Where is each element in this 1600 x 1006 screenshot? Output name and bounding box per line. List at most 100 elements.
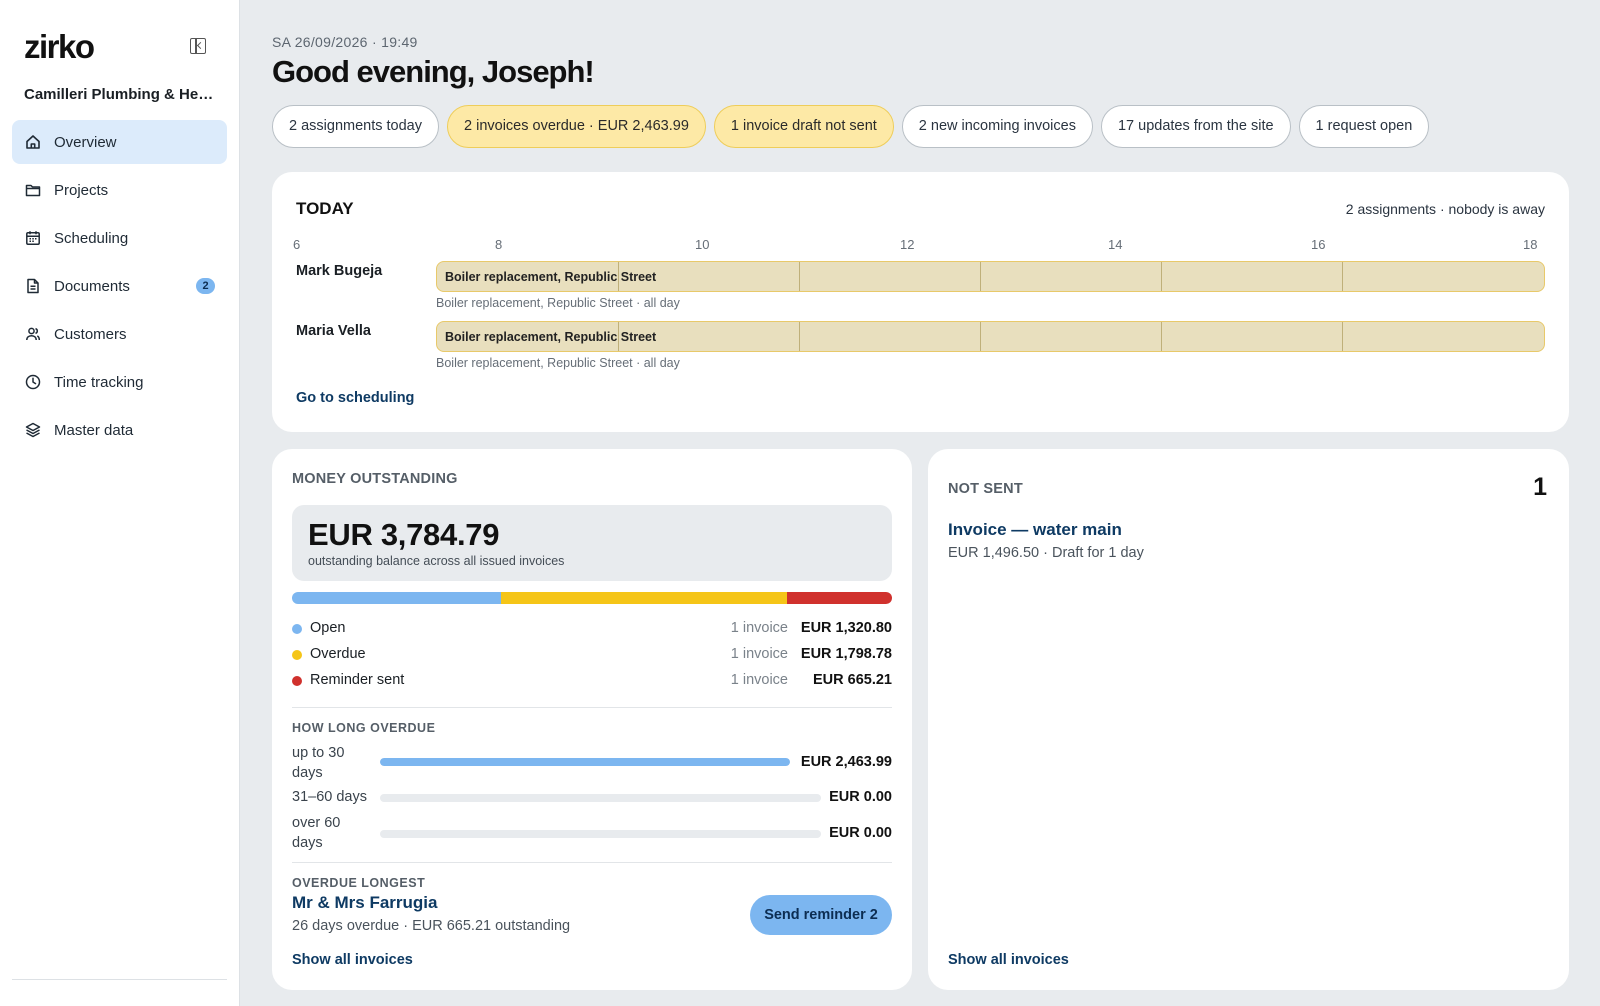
assignment-subtitle: Boiler replacement, Republic Street · al… — [436, 296, 680, 310]
chip-incoming-invoices[interactable]: 2 new incoming invoices — [901, 105, 1093, 148]
aging-bar — [380, 758, 790, 766]
go-to-scheduling-link[interactable]: Go to scheduling — [296, 390, 414, 406]
assignment-bar[interactable]: Boiler replacement, Republic Street — [436, 321, 1545, 352]
legend-count: 1 invoice — [730, 646, 788, 662]
sidebar-item-overview[interactable]: Overview — [12, 120, 227, 164]
chip-site-updates[interactable]: 17 updates from the site — [1100, 105, 1291, 148]
legend-label: Reminder sent — [310, 672, 405, 688]
assignment-bar-label: Boiler replacement, Republic Street — [445, 330, 657, 344]
not-sent-count: 1 — [1533, 473, 1547, 501]
sidebar-item-label: Scheduling — [54, 229, 129, 247]
sidebar-item-projects[interactable]: Projects — [12, 168, 227, 212]
hour-tick: 12 — [900, 237, 915, 252]
status-dot — [292, 650, 302, 660]
sidebar-item-label: Overview — [54, 133, 117, 151]
current-datetime: SA 26/09/2026 · 19:49 — [272, 34, 418, 50]
total-outstanding-box: EUR 3,784.79 outstanding balance across … — [292, 505, 892, 581]
aging-label: over 60 days — [292, 815, 341, 851]
money-outstanding-card: MONEY OUTSTANDING EUR 3,784.79 outstandi… — [272, 449, 912, 990]
status-dot — [292, 676, 302, 686]
calendar-icon — [25, 230, 41, 246]
legend-count: 1 invoice — [730, 620, 788, 636]
not-sent-card: NOT SENT 1 Invoice — water main EUR 1,49… — [928, 449, 1569, 990]
outstanding-stacked-bar — [292, 592, 892, 604]
sidebar-item-master-data[interactable]: Master data — [12, 408, 227, 452]
sidebar-nav: Overview Projects Scheduling Documents 2 — [12, 120, 227, 456]
divider — [292, 707, 892, 708]
chip-invoices-overdue[interactable]: 2 invoices overdue · EUR 2,463.99 — [447, 105, 706, 148]
today-summary: 2 assignments · nobody is away — [1345, 201, 1545, 217]
users-icon — [25, 326, 41, 342]
chip-draft-not-sent[interactable]: 1 invoice draft not sent — [713, 105, 894, 148]
legend-amount: EUR 1,320.80 — [800, 620, 892, 636]
clock-icon — [25, 374, 41, 390]
aging-amount: EUR 0.00 — [829, 825, 892, 841]
show-all-invoices-link[interactable]: Show all invoices — [948, 952, 1069, 968]
not-sent-title: NOT SENT — [948, 481, 1023, 497]
sidebar-item-label: Time tracking — [54, 373, 144, 391]
draft-invoice-details: EUR 1,496.50 · Draft for 1 day — [948, 545, 1144, 561]
assignment-bar-label: Boiler replacement, Republic Street — [445, 270, 657, 284]
company-name[interactable]: Camilleri Plumbing & Heating — [24, 86, 214, 103]
legend-label: Overdue — [310, 646, 366, 662]
legend-amount: EUR 1,798.78 — [800, 646, 892, 662]
assignment-subtitle: Boiler replacement, Republic Street · al… — [436, 356, 680, 370]
documents-count-badge: 2 — [196, 278, 215, 294]
person-name: Mark Bugeja — [296, 263, 383, 279]
folder-icon — [25, 182, 41, 198]
sidebar-item-documents[interactable]: Documents 2 — [12, 264, 227, 308]
sidebar-divider — [12, 979, 227, 980]
show-all-invoices-link[interactable]: Show all invoices — [292, 952, 413, 968]
today-title: TODAY — [296, 199, 354, 218]
chip-requests-open[interactable]: 1 request open — [1298, 105, 1430, 148]
legend-label: Open — [310, 620, 346, 636]
hour-tick: 18 — [1523, 237, 1538, 252]
sidebar: zirko Camilleri Plumbing & Heating Overv… — [0, 0, 240, 1006]
app-logo[interactable]: zirko — [24, 28, 95, 66]
document-icon — [25, 278, 41, 294]
status-dot — [292, 624, 302, 634]
hour-tick: 16 — [1311, 237, 1326, 252]
legend-row-open[interactable]: Open 1 invoice EUR 1,320.80 — [292, 619, 892, 639]
aging-label: up to 30 days — [292, 745, 345, 781]
sidebar-item-label: Projects — [54, 181, 109, 199]
draft-invoice-link[interactable]: Invoice — water main — [948, 520, 1122, 540]
sidebar-item-time-tracking[interactable]: Time tracking — [12, 360, 227, 404]
overdue-longest-title: OVERDUE LONGEST — [292, 876, 426, 890]
aging-bar — [380, 794, 821, 802]
hour-tick: 8 — [495, 237, 503, 252]
assignment-bar[interactable]: Boiler replacement, Republic Street — [436, 261, 1545, 292]
how-long-overdue-title: HOW LONG OVERDUE — [292, 721, 436, 735]
chip-assignments-today[interactable]: 2 assignments today — [272, 105, 439, 148]
stacked-bar-overdue-segment — [501, 592, 787, 604]
sidebar-item-customers[interactable]: Customers — [12, 312, 227, 356]
legend-row-reminder-sent[interactable]: Reminder sent 1 invoice EUR 665.21 — [292, 671, 892, 691]
status-chips: 2 assignments today 2 invoices overdue ·… — [272, 105, 1430, 148]
sidebar-item-scheduling[interactable]: Scheduling — [12, 216, 227, 260]
stacked-bar-reminder-segment — [786, 592, 892, 604]
money-outstanding-title: MONEY OUTSTANDING — [292, 471, 458, 487]
aging-bar — [380, 830, 821, 838]
overdue-customer-details: 26 days overdue · EUR 665.21 outstanding — [292, 918, 571, 934]
sidebar-item-label: Customers — [54, 325, 127, 343]
timeline-hour-axis: 6 8 10 12 14 16 18 — [293, 237, 1546, 253]
sidebar-item-label: Documents — [54, 277, 130, 295]
legend-row-overdue[interactable]: Overdue 1 invoice EUR 1,798.78 — [292, 645, 892, 665]
sidebar-item-label: Master data — [54, 421, 134, 439]
stacked-bar-open-segment — [292, 592, 502, 604]
aging-amount: EUR 2,463.99 — [800, 754, 892, 770]
total-outstanding-caption: outstanding balance across all issued in… — [308, 554, 565, 568]
legend-amount: EUR 665.21 — [813, 672, 892, 688]
legend-count: 1 invoice — [730, 672, 788, 688]
aging-label: 31–60 days — [292, 789, 367, 805]
collapse-sidebar-icon[interactable] — [190, 38, 206, 54]
overdue-customer-link[interactable]: Mr & Mrs Farrugia — [292, 893, 437, 913]
home-icon — [25, 134, 41, 150]
send-reminder-button[interactable]: Send reminder 2 — [750, 895, 892, 935]
aging-amount: EUR 0.00 — [829, 789, 892, 805]
total-outstanding-amount: EUR 3,784.79 — [308, 517, 500, 552]
today-card: TODAY 2 assignments · nobody is away 6 8… — [272, 172, 1569, 432]
divider — [292, 862, 892, 863]
layers-icon — [25, 422, 41, 438]
hour-tick: 10 — [695, 237, 710, 252]
